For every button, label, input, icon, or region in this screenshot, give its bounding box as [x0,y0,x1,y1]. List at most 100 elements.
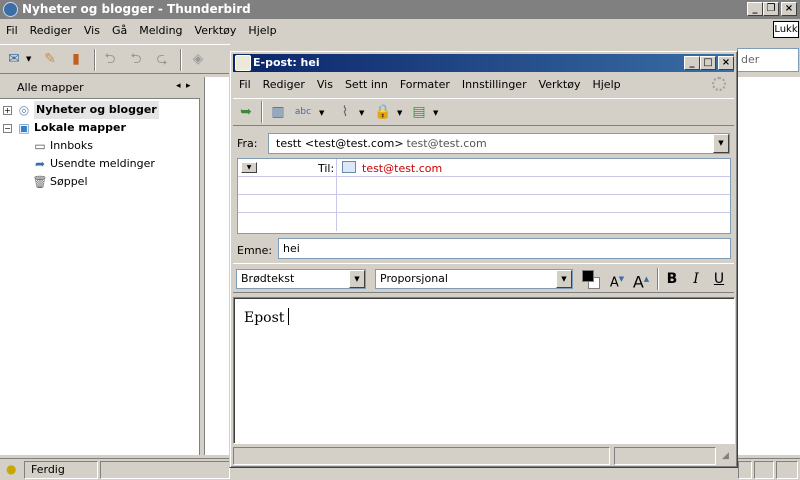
folder-tree: + ◎ Nyheter og blogger − ▣ Lokale mapper… [0,99,200,455]
compose-menu-formater[interactable]: Formater [394,75,456,94]
main-menu-bar: Fil Rediger Vis Gå Melding Verktøy Hjelp [0,21,800,43]
format-toolbar: Brødtekst ▼ Proporsjonal ▼ A▼ A▲ B I U [233,263,734,293]
paragraph-style-select[interactable]: Brødtekst ▼ [236,269,366,289]
compose-close-button[interactable]: × [718,56,734,70]
compose-menu-sett-inn[interactable]: Sett inn [339,75,394,94]
folder-view-prev-icon[interactable]: ◂ [176,81,181,91]
menu-ga[interactable]: Gå [106,21,133,40]
underline-button[interactable]: U [708,268,730,290]
write-icon[interactable]: ✎ [40,49,60,69]
recipient-row[interactable]: ▼ Til: test@test.com [238,159,730,177]
message-body-editor[interactable]: Epost [233,297,735,444]
recipient-type-cell [238,213,337,231]
smaller-font-button[interactable]: A▼ [606,268,628,290]
menu-verktoy[interactable]: Verktøy [189,21,243,40]
save-dropdown-icon[interactable]: ▼ [433,109,438,117]
compose-minimize-button[interactable]: _ [684,56,700,70]
recipient-type-select[interactable]: ▼ Til: [238,159,337,177]
compose-title-bar[interactable]: E-post: hei _ □ × [233,54,734,72]
italic-button[interactable]: I [685,268,707,290]
reply-icon[interactable]: ⮌ [100,49,120,69]
from-account: - test@test.com [399,137,487,150]
compose-menu-rediger[interactable]: Rediger [257,75,311,94]
resize-grip-icon[interactable]: ◢ [722,451,729,461]
get-mail-icon[interactable]: ✉ [4,49,24,69]
menu-fil[interactable]: Fil [0,21,24,40]
search-input[interactable]: der [737,48,799,72]
expand-icon[interactable]: + [3,106,12,115]
folder-item-nyheter-og-blogger[interactable]: + ◎ Nyheter og blogger [0,101,200,119]
compose-toolbar: ➥ ▥ abc ▼ ⌇ ▼ 🔒 ▼ ▤ ▼ [233,98,734,126]
menu-melding[interactable]: Melding [133,21,188,40]
font-value: Proporsjonal [380,272,448,285]
main-title-bar[interactable]: Nyheter og blogger - Thunderbird _ ❐ × [0,0,800,19]
toolbar-separator [657,268,659,290]
compose-menu-hjelp[interactable]: Hjelp [586,75,626,94]
recipient-list[interactable]: ▼ Til: test@test.com [237,158,731,234]
from-dropdown-icon[interactable]: ▼ [713,134,729,153]
menu-rediger[interactable]: Rediger [24,21,78,40]
paragraph-style-dropdown-icon[interactable]: ▼ [349,270,365,288]
compose-status-text [233,447,610,465]
spelling-dropdown-icon[interactable]: ▼ [319,109,324,117]
recipient-type-dropdown-icon[interactable]: ▼ [241,162,257,173]
collapse-icon[interactable]: − [3,124,12,133]
outbox-icon: ➦ [34,157,46,171]
folder-view-label: Alle mapper [17,81,84,94]
lightbulb-icon: ● [6,462,17,476]
folder-item-soppel[interactable]: 🗑 Søppel [0,173,200,191]
recipient-row[interactable] [238,195,730,213]
recipient-row[interactable] [238,177,730,195]
compose-menu-innstillinger[interactable]: Innstillinger [456,75,533,94]
font-dropdown-icon[interactable]: ▼ [556,270,572,288]
main-window-title: Nyheter og blogger - Thunderbird [22,2,251,16]
recipient-type-cell [238,195,337,213]
trash-icon: 🗑 [32,175,48,189]
font-select[interactable]: Proporsjonal ▼ [375,269,573,289]
folder-item-usendte-meldinger[interactable]: ➦ Usendte meldinger [0,155,200,173]
minimize-button[interactable]: _ [747,2,763,16]
menu-hjelp[interactable]: Hjelp [242,21,282,40]
status-panel [738,461,752,479]
folder-item-lokale-mapper[interactable]: − ▣ Lokale mapper [0,119,200,137]
security-lock-icon[interactable]: 🔒 [373,102,393,122]
compose-menu-verktoy[interactable]: Verktøy [533,75,587,94]
folder-view-next-icon[interactable]: ▸ [186,81,191,91]
text-caret [288,308,290,325]
subject-label: Emne: [237,244,273,257]
recipient-row[interactable] [238,213,730,231]
reply-all-icon[interactable]: ⮌ [126,49,146,69]
message-body-text: Epost [244,308,290,326]
compose-menu-fil[interactable]: Fil [233,75,257,94]
activity-throbber-icon [712,77,726,91]
from-label: Fra: [237,137,258,150]
tag-icon[interactable]: ◈ [188,49,208,69]
compose-progress-panel [614,447,716,465]
forward-icon[interactable]: ⮎ [152,49,172,69]
address-book-icon[interactable]: ▮ [66,49,86,69]
to-label: Til: [318,162,335,175]
text-color-swatch[interactable] [582,270,594,282]
folder-pane-header[interactable]: Alle mapper ◂ ▸ [0,77,200,99]
compose-menu-vis[interactable]: Vis [311,75,339,94]
restore-button[interactable]: ❐ [763,2,779,16]
bold-button[interactable]: B [661,268,683,290]
spelling-icon[interactable]: abc [293,102,313,122]
contacts-icon[interactable]: ▥ [268,102,288,122]
to-address[interactable]: test@test.com [362,162,442,175]
send-icon[interactable]: ➥ [236,102,256,122]
folder-item-innboks[interactable]: ▭ Innboks [0,137,200,155]
status-panel [100,461,230,479]
subject-input[interactable]: hei [278,238,731,259]
get-mail-dropdown-icon[interactable]: ▼ [26,55,31,63]
close-button[interactable]: × [781,2,797,16]
security-dropdown-icon[interactable]: ▼ [397,109,402,117]
attach-icon[interactable]: ⌇ [335,102,355,122]
larger-font-button[interactable]: A▲ [630,268,652,291]
compose-maximize-button[interactable]: □ [700,56,716,70]
text-color-picker[interactable] [581,269,603,291]
attach-dropdown-icon[interactable]: ▼ [359,109,364,117]
save-icon[interactable]: ▤ [409,102,429,122]
menu-vis[interactable]: Vis [78,21,106,40]
from-select[interactable]: testt <test@test.com> - test@test.com ▼ [268,133,730,154]
